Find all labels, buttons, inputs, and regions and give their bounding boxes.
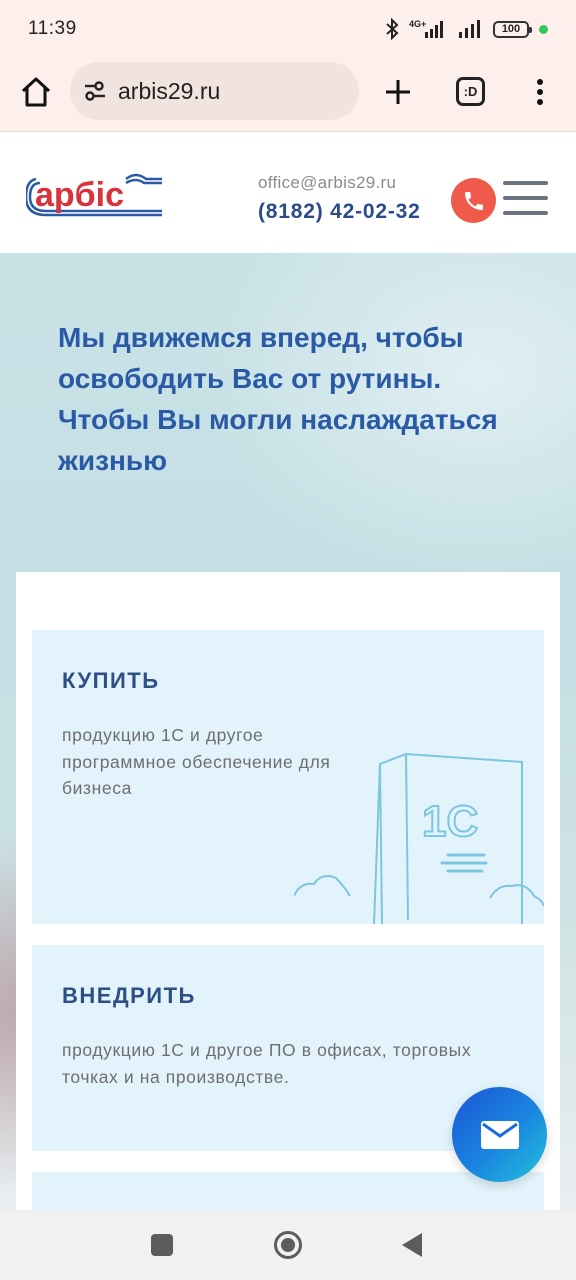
back-icon[interactable] bbox=[400, 1232, 424, 1258]
signal-icon: 4G+ bbox=[409, 19, 443, 38]
home-icon[interactable] bbox=[18, 74, 54, 110]
service-heading: КУПИТЬ bbox=[62, 668, 160, 693]
hero-title: Мы движемся вперед, чтобы освободить Вас… bbox=[58, 322, 498, 476]
hamburger-menu-icon[interactable] bbox=[503, 181, 548, 219]
email-link[interactable]: office@arbis29.ru bbox=[258, 173, 396, 193]
bluetooth-icon bbox=[386, 18, 399, 40]
svg-text:4G+: 4G+ bbox=[409, 19, 426, 29]
battery-level: 100 bbox=[501, 23, 521, 35]
more-vert-icon[interactable] bbox=[528, 74, 552, 110]
arbis-logo[interactable]: арбіс bbox=[26, 163, 164, 221]
phone-link[interactable]: (8182) 42-02-32 bbox=[258, 200, 421, 224]
system-nav-bar bbox=[0, 1210, 576, 1280]
call-button[interactable] bbox=[451, 178, 496, 223]
mail-icon bbox=[480, 1120, 519, 1149]
recents-icon[interactable] bbox=[151, 1234, 173, 1256]
page: 11:39 4G+ 100 arbis29.ru:D арбіс office… bbox=[0, 0, 576, 1280]
service-heading: ВНЕДРИТЬ bbox=[62, 983, 196, 1008]
status-icons: 4G+ 100 bbox=[385, 18, 548, 40]
battery-icon: 100 bbox=[493, 20, 532, 38]
phone-icon bbox=[464, 191, 483, 210]
status-bar: 11:39 4G+ 100 bbox=[0, 0, 576, 58]
address-bar[interactable]: arbis29.ru bbox=[70, 62, 359, 120]
url-text: arbis29.ru bbox=[118, 77, 221, 104]
tab-switcher-button[interactable]: :D bbox=[456, 77, 485, 106]
software-box-illustration: 1С bbox=[294, 752, 544, 924]
service-card-buy[interactable]: КУПИТЬ продукцию 1С и другое программное… bbox=[32, 630, 544, 924]
svg-text:1С: 1С bbox=[422, 797, 478, 846]
new-tab-icon[interactable] bbox=[380, 74, 416, 110]
tab-switcher-label: :D bbox=[463, 84, 478, 99]
home-nav-icon[interactable] bbox=[273, 1230, 303, 1260]
privacy-dot-icon bbox=[539, 24, 548, 34]
hero-section: Мы движемся вперед, чтобы освободить Вас… bbox=[0, 253, 576, 1232]
site-settings-icon[interactable] bbox=[82, 78, 108, 104]
svg-text:арбіс: арбіс bbox=[35, 176, 124, 214]
contact-mail-button[interactable] bbox=[452, 1087, 547, 1182]
browser-toolbar: arbis29.ru :D bbox=[0, 58, 576, 132]
site-header: арбіс office@arbis29.ru (8182) 42-02-32 bbox=[0, 133, 576, 253]
service-description: продукцию 1С и другое ПО в офисах, торго… bbox=[62, 1040, 472, 1087]
status-time: 11:39 bbox=[28, 18, 77, 39]
signal-icon-2 bbox=[459, 20, 480, 38]
